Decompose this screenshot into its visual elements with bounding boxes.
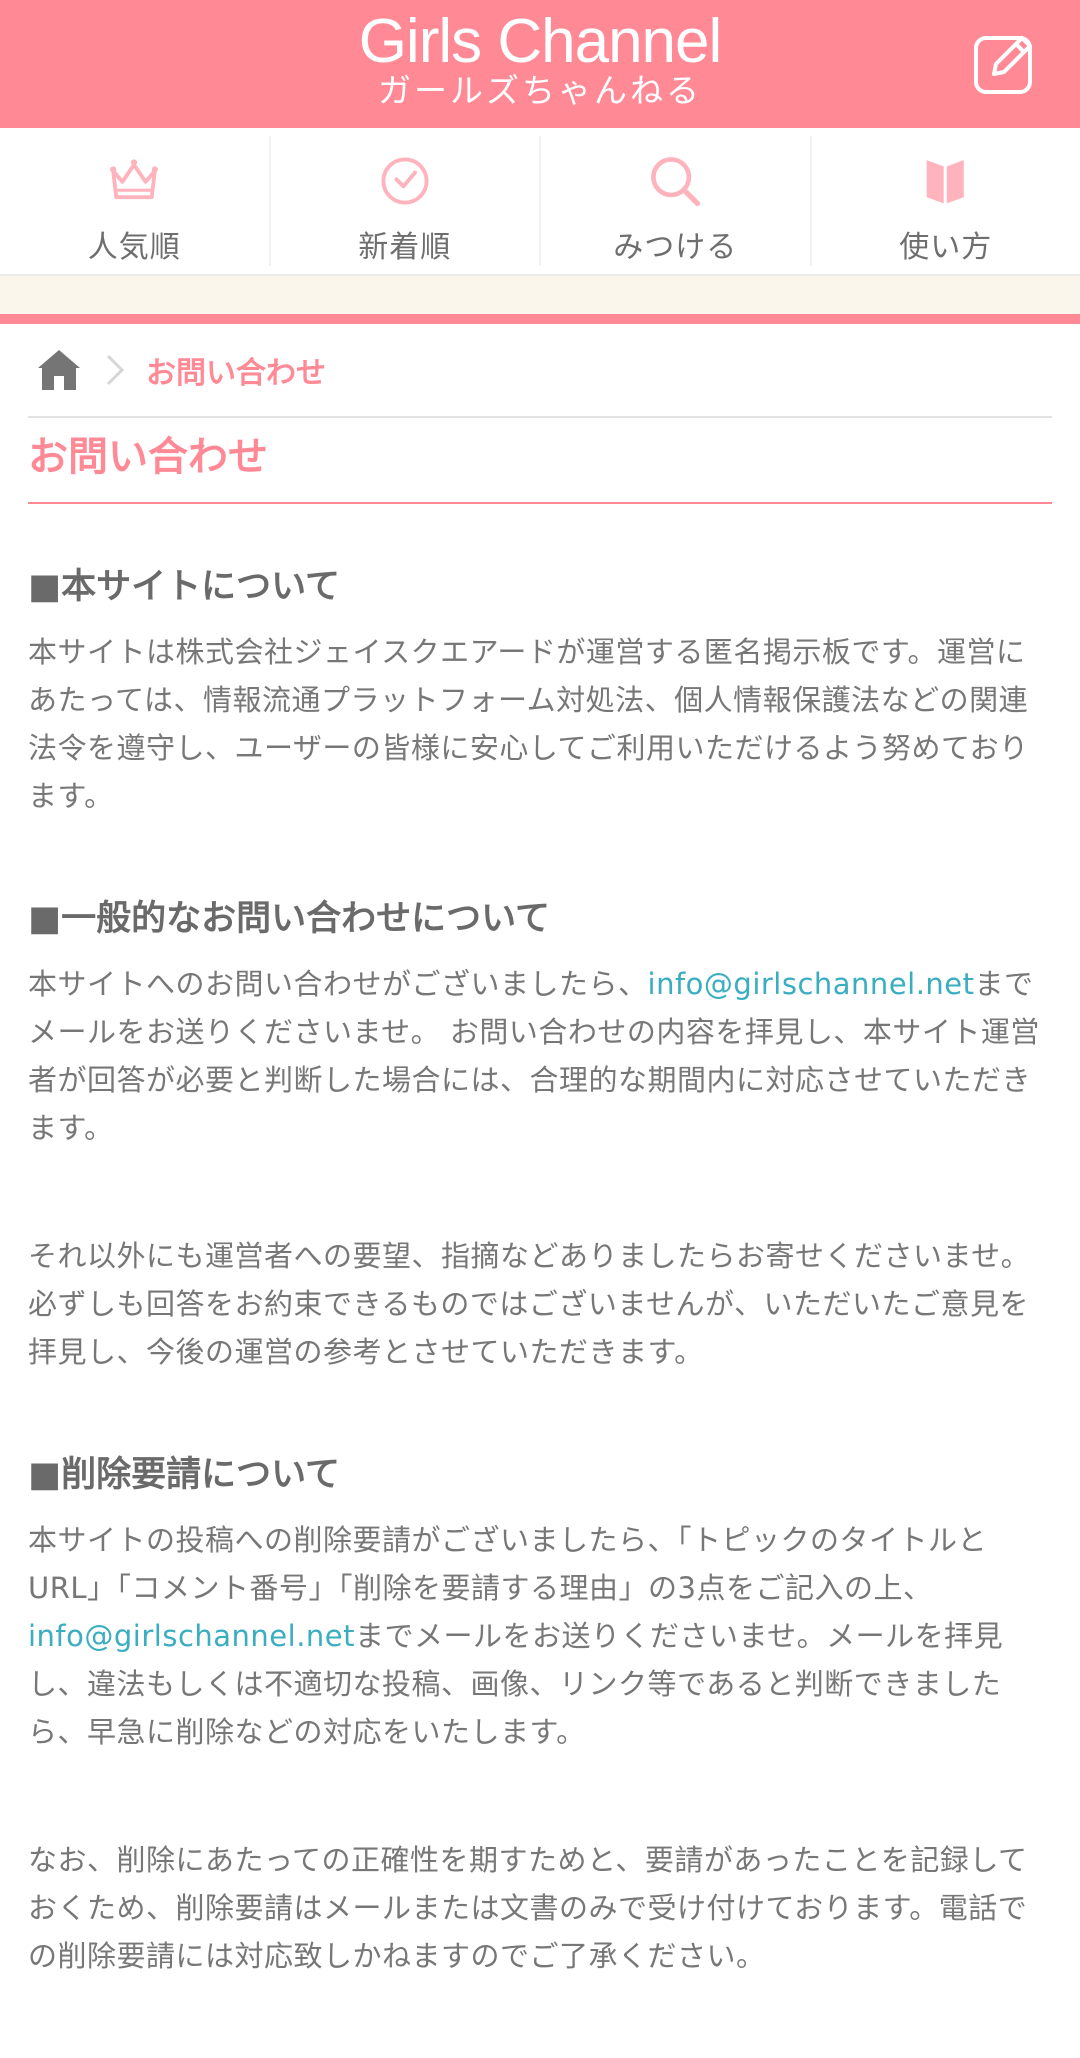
deletion-body-pre: 本サイトの投稿への削除要請がございましたら、「トピックのタイトルとURL」「コメ… [28,1523,988,1605]
site-header: Girls Channel ガールズちゃんねる [0,0,1080,128]
book-icon [926,160,964,204]
nav-label-search: みつける [613,230,738,265]
nav-label-popular: 人気順 [87,230,181,265]
nav-howto[interactable]: 使い方 [812,136,1080,266]
email-link-deletion[interactable]: info@girlschannel.net [28,1619,355,1653]
nav-label-howto: 使い方 [899,230,993,265]
section-body-deletion: 本サイトの投稿への削除要請がございましたら、「トピックのタイトルとURL」「コメ… [28,1516,1052,1756]
email-link[interactable]: info@girlschannel.net [648,967,975,1001]
section-title-about: ■本サイトについて [28,567,341,607]
logo-english: Girls Channel [358,7,723,76]
home-icon[interactable] [36,348,82,392]
logo-japanese: ガールズちゃんねる [378,71,702,110]
edit-icon[interactable] [972,30,1038,96]
page-content: ■本サイトについて 本サイトは株式会社ジェイスクエアードが運営する匿名掲示板です… [28,504,1052,1980]
crown-icon [110,159,159,200]
nav-label-newest: 新着順 [358,230,452,265]
nav-newest[interactable]: 新着順 [271,136,541,266]
section-title-general: ■一般的なお問い合わせについて [28,899,551,939]
section-body-general-2: それ以外にも運営者への要望、指摘などありましたらお寄せくださいませ。必ずしも回答… [28,1239,1031,1369]
general-body-pre: 本サイトへのお問い合わせがございましたら、 [28,967,648,1001]
clock-icon [381,157,429,205]
accent-line [0,314,1080,324]
section-title-deletion: ■削除要請について [28,1455,341,1495]
page-title: お問い合わせ [28,418,1052,504]
search-icon [651,157,701,207]
chevron-right-icon [106,354,125,386]
breadcrumb-current: お問い合わせ [146,356,326,391]
nav-search[interactable]: みつける [541,136,812,266]
main-nav: 人気順 新着順 みつける 使い方 [0,128,1080,276]
section-body-deletion-2: なお、削除にあたっての正確性を期すためと、要請があったことを記録しておくため、削… [28,1843,1028,1973]
nav-divider-band [0,276,1080,314]
section-body-about: 本サイトは株式会社ジェイスクエアードが運営する匿名掲示板です。運営にあたっては、… [28,635,1029,813]
site-logo[interactable]: Girls Channel ガールズちゃんねる [0,10,1080,110]
breadcrumb: お問い合わせ [28,324,1052,418]
section-body-general: 本サイトへのお問い合わせがございましたら、info@girlschannel.n… [28,960,1052,1152]
nav-popular[interactable]: 人気順 [0,136,271,266]
